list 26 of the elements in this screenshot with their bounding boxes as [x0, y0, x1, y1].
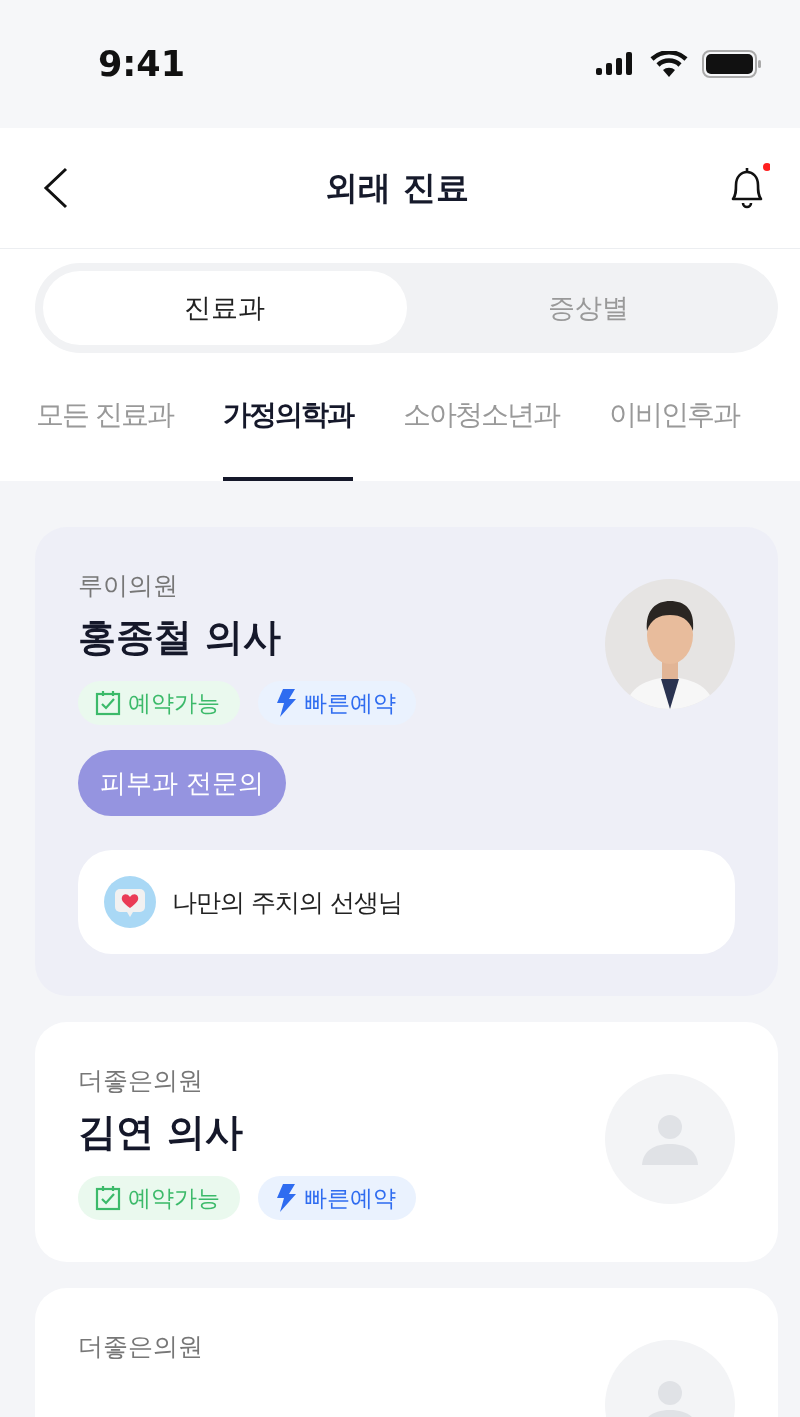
category-tab[interactable]: 모든 진료과 [36, 353, 173, 481]
doctor-name: 김연 의사 [78, 1109, 244, 1156]
clinic-name: 더좋은의원 [78, 1331, 203, 1363]
back-button[interactable] [42, 166, 70, 210]
doctor-name: 홍종철 의사 [78, 614, 282, 661]
wifi-icon [650, 51, 688, 77]
doctor-card[interactable]: 더좋은의원 김연 의사 예약가능 빠른예약 [35, 1022, 778, 1262]
status-time: 9:41 [98, 44, 186, 84]
clinic-name: 더좋은의원 [78, 1065, 204, 1097]
doctor-card[interactable]: 더좋은의원 [35, 1288, 778, 1417]
category-tab[interactable]: 가정의학과 [222, 353, 353, 481]
segment-tab[interactable]: 증상별 [406, 271, 770, 345]
category-tab[interactable]: 이비인후과 [608, 353, 739, 481]
doctor-card[interactable]: 루이의원 홍종철 의사 예약가능 빠른예약 피부과 전문의 나만의 주치의 선생님 [35, 527, 778, 996]
clinic-name: 루이의원 [78, 570, 179, 602]
segment-tab[interactable]: 진료과 [43, 271, 407, 345]
heart-message-icon [104, 876, 156, 928]
page-title: 외래 진료 [325, 166, 469, 209]
specialty-tag: 피부과 전문의 [78, 750, 287, 816]
battery-icon [702, 50, 762, 78]
fast-booking-badge: 빠른예약 [258, 681, 416, 725]
category-tab[interactable]: 소아청소년과 [402, 353, 559, 481]
note-text: 나만의 주치의 선생님 [172, 886, 402, 919]
availability-badge: 예약가능 [78, 681, 240, 725]
fast-booking-badge: 빠른예약 [258, 1176, 416, 1220]
availability-badge: 예약가능 [78, 1176, 240, 1220]
